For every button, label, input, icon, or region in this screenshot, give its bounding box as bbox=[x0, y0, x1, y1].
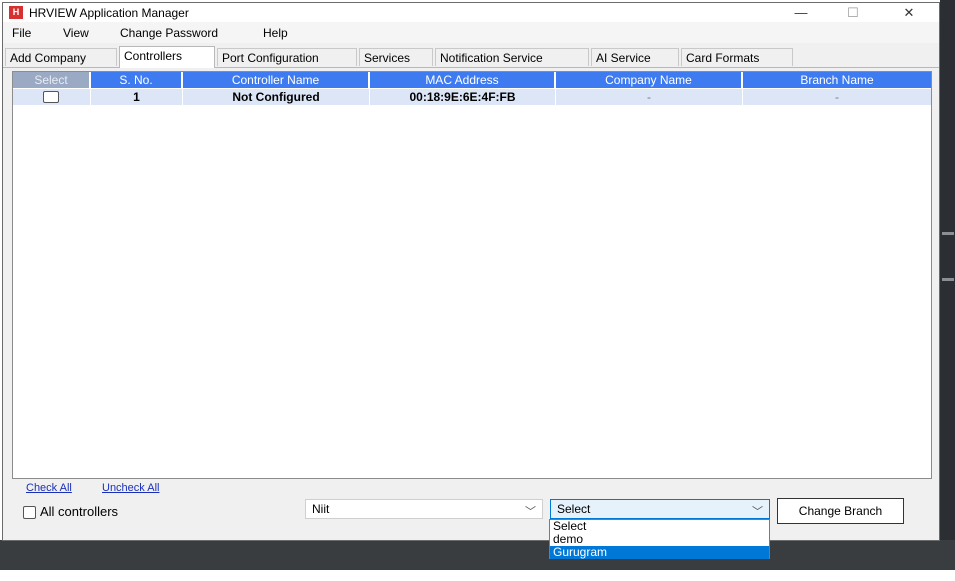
chevron-down-icon: ﹀ bbox=[752, 506, 763, 518]
column-header-branch-name[interactable]: Branch Name bbox=[743, 72, 931, 88]
tab-notification-service[interactable]: Notification Service bbox=[435, 48, 589, 66]
company-select-value: Niit bbox=[312, 502, 330, 516]
branch-select[interactable]: Select ﹀ bbox=[550, 499, 770, 519]
tab-add-company[interactable]: Add Company bbox=[5, 48, 117, 66]
menu-view[interactable]: View bbox=[63, 26, 89, 40]
branch-select-value: Select bbox=[557, 502, 591, 516]
grid-header: Select S. No. Controller Name MAC Addres… bbox=[13, 72, 931, 88]
dropdown-option-gurugram[interactable]: Gurugram bbox=[550, 546, 769, 559]
close-button[interactable]: ✕ bbox=[887, 3, 931, 22]
column-header-mac-address[interactable]: MAC Address bbox=[370, 72, 556, 88]
branch-dropdown-list: Select demo Gurugram bbox=[549, 519, 770, 559]
menu-bar: File View Change Password Help bbox=[3, 22, 939, 43]
row-checkbox[interactable] bbox=[43, 91, 59, 103]
column-header-company-name[interactable]: Company Name bbox=[556, 72, 743, 88]
maximize-button[interactable]: ☐ bbox=[831, 3, 875, 22]
edge-mark bbox=[942, 278, 954, 281]
chevron-down-icon: ﹀ bbox=[525, 506, 536, 518]
row-branch-name: - bbox=[835, 90, 839, 104]
company-select[interactable]: Niit ﹀ bbox=[305, 499, 543, 519]
edge-mark bbox=[942, 232, 954, 235]
app-window: H HRVIEW Application Manager — ☐ ✕ File … bbox=[2, 2, 940, 559]
tab-card-formats[interactable]: Card Formats bbox=[681, 48, 793, 66]
app-logo-icon: H bbox=[9, 6, 23, 19]
column-header-controller-name[interactable]: Controller Name bbox=[183, 72, 370, 88]
row-select-cell bbox=[13, 89, 91, 105]
background-window-bottom bbox=[0, 540, 955, 570]
column-header-select[interactable]: Select bbox=[13, 72, 91, 88]
minimize-button[interactable]: — bbox=[779, 3, 823, 22]
tab-ai-service[interactable]: AI Service bbox=[591, 48, 679, 66]
all-controllers-label: All controllers bbox=[40, 504, 119, 519]
controllers-grid: Select S. No. Controller Name MAC Addres… bbox=[12, 71, 932, 479]
row-mac-address: 00:18:9E:6E:4F:FB bbox=[370, 89, 556, 105]
row-sno: 1 bbox=[91, 89, 183, 105]
column-header-sno[interactable]: S. No. bbox=[91, 72, 183, 88]
background-window-edge bbox=[940, 0, 955, 570]
row-controller-name: Not Configured bbox=[183, 89, 370, 105]
menu-help[interactable]: Help bbox=[263, 26, 288, 40]
title-bar: H HRVIEW Application Manager — ☐ ✕ bbox=[3, 3, 939, 22]
tab-controllers[interactable]: Controllers bbox=[119, 46, 215, 68]
uncheck-all-link[interactable]: Uncheck All bbox=[102, 482, 159, 494]
menu-file[interactable]: File bbox=[12, 26, 31, 40]
tab-services[interactable]: Services bbox=[359, 48, 433, 66]
table-row[interactable]: 1 Not Configured 00:18:9E:6E:4F:FB - - bbox=[13, 89, 931, 105]
all-controllers-checkbox[interactable] bbox=[23, 506, 36, 519]
change-branch-button[interactable]: Change Branch bbox=[777, 498, 904, 524]
tab-port-configuration[interactable]: Port Configuration bbox=[217, 48, 357, 66]
check-all-link[interactable]: Check All bbox=[26, 482, 72, 494]
menu-change-password[interactable]: Change Password bbox=[120, 26, 218, 40]
row-company-name: - bbox=[556, 89, 743, 105]
window-title: HRVIEW Application Manager bbox=[29, 6, 189, 20]
tab-bar: Add Company Controllers Port Configurati… bbox=[3, 46, 939, 68]
